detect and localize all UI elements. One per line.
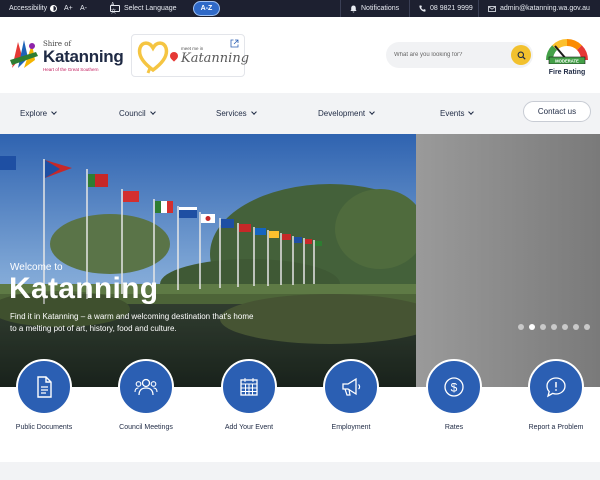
megaphone-icon: [342, 377, 361, 396]
font-decrease-button[interactable]: A-: [80, 0, 87, 17]
site-search: [386, 42, 533, 68]
quick-link-add-your-event[interactable]: Add Your Event: [209, 359, 289, 433]
meet-katanning-text: Katanning: [181, 51, 250, 66]
fire-danger-gauge-icon: MODERATE: [546, 39, 588, 64]
quick-link-label: Council Meetings: [119, 424, 173, 431]
email-link[interactable]: admin@katanning.wa.gov.au: [488, 0, 590, 17]
hero-carousel: Welcome to Katanning Find it in Katannin…: [0, 134, 600, 387]
svg-text:$: $: [451, 381, 458, 395]
quick-link-label: Rates: [444, 424, 464, 431]
nav-label: Council: [119, 109, 146, 118]
document-icon: [37, 376, 52, 398]
quick-link-public-documents[interactable]: Public Documents: [4, 359, 84, 433]
nav-label: Events: [440, 109, 465, 118]
heart-ribbon-icon: [137, 41, 169, 74]
chevron-down-icon: [250, 109, 257, 115]
utility-bar: Accessibility A+ A- A文 Select Language A…: [0, 0, 600, 17]
logo-name-text: Katanning: [43, 47, 124, 66]
fire-rating-widget[interactable]: MODERATE Fire Rating: [541, 34, 593, 80]
accessibility-label: Accessibility: [9, 5, 48, 12]
quick-link-label: Report a Problem: [528, 424, 584, 431]
quick-link-employment[interactable]: Employment: [311, 359, 391, 433]
quick-link-label: Employment: [331, 424, 371, 431]
nav-explore[interactable]: Explore: [20, 93, 57, 134]
a-z-button[interactable]: A-Z: [193, 1, 220, 16]
translate-icon: A文: [110, 2, 120, 15]
next-slide-preview: [416, 134, 600, 387]
quick-link-rates[interactable]: $ Rates: [414, 359, 494, 433]
contact-us-button[interactable]: Contact us: [523, 101, 591, 122]
search-icon: [517, 51, 526, 60]
chat-alert-icon: [546, 377, 566, 398]
hero-title: Katanning: [9, 272, 159, 305]
divider: [478, 0, 479, 17]
chevron-down-icon: [369, 109, 375, 115]
quick-link-circle: $: [426, 359, 482, 415]
quick-link-label: Public Documents: [15, 424, 73, 431]
search-input[interactable]: [394, 47, 504, 63]
nav-council[interactable]: Council: [119, 93, 156, 134]
phone-number: 08 9821 9999: [430, 5, 473, 12]
phone-link[interactable]: 08 9821 9999: [419, 0, 473, 17]
quick-link-council-meetings[interactable]: Council Meetings: [106, 359, 186, 433]
select-language-label: Select Language: [124, 5, 177, 12]
chevron-down-icon: [149, 109, 156, 115]
carousel-dot[interactable]: [562, 324, 568, 330]
logo-tagline: Heart of the Great Southern: [43, 67, 99, 72]
dollar-icon: $: [444, 377, 464, 397]
quick-link-circle: [221, 359, 277, 415]
site-header: Shire of Katanning Heart of the Great So…: [0, 17, 600, 93]
shire-logo[interactable]: Shire of Katanning Heart of the Great So…: [8, 38, 124, 90]
nav-label: Development: [318, 109, 366, 118]
nav-events[interactable]: Events: [440, 93, 475, 134]
hero-subtitle: Find it in Katanning – a warm and welcom…: [10, 312, 254, 333]
quick-links: Public Documents Council Meetings Add Yo…: [0, 359, 600, 462]
nav-label: Services: [216, 109, 247, 118]
quick-link-report-a-problem[interactable]: Report a Problem: [516, 359, 596, 433]
carousel-dot[interactable]: [551, 324, 557, 330]
carousel-dot[interactable]: [540, 324, 546, 330]
nav-services[interactable]: Services: [216, 93, 257, 134]
nav-label: Explore: [20, 109, 48, 118]
search-button[interactable]: [511, 45, 531, 65]
chevron-down-icon: [468, 109, 475, 115]
hero-image: [0, 134, 416, 387]
divider: [340, 0, 341, 17]
external-link-icon: [230, 39, 239, 48]
shire-emblem-icon: [10, 40, 38, 68]
notifications-link[interactable]: Notifications: [350, 0, 399, 17]
quick-link-label: Add Your Event: [224, 424, 274, 431]
quick-link-circle: [118, 359, 174, 415]
main-navigation: Explore Council Services Development Eve…: [0, 93, 600, 134]
fire-level-text: MODERATE: [555, 58, 579, 63]
select-language-button[interactable]: A文 Select Language: [110, 0, 177, 17]
contrast-toggle-icon[interactable]: [50, 5, 57, 12]
calendar-icon: [240, 378, 258, 396]
section-divider: [0, 462, 600, 480]
bell-icon: [350, 5, 357, 12]
carousel-dot[interactable]: [518, 324, 524, 330]
font-increase-button[interactable]: A+: [64, 0, 73, 17]
people-icon: [134, 378, 158, 396]
nav-development[interactable]: Development: [318, 93, 375, 134]
location-pin-icon: [168, 50, 180, 62]
chevron-down-icon: [51, 109, 57, 115]
meet-me-in-katanning-link[interactable]: meet me in Katanning: [131, 34, 249, 77]
phone-icon: [419, 5, 426, 12]
divider: [409, 0, 410, 17]
carousel-dot[interactable]: [584, 324, 590, 330]
email-address: admin@katanning.wa.gov.au: [500, 5, 590, 12]
quick-link-circle: [323, 359, 379, 415]
notifications-label: Notifications: [361, 5, 400, 12]
carousel-dot-active[interactable]: [529, 324, 535, 330]
quick-link-circle: [528, 359, 584, 415]
envelope-icon: [488, 5, 496, 12]
carousel-dot[interactable]: [573, 324, 579, 330]
quick-link-circle: [16, 359, 72, 415]
fire-rating-label: Fire Rating: [548, 69, 586, 76]
carousel-pagination: [518, 324, 590, 330]
